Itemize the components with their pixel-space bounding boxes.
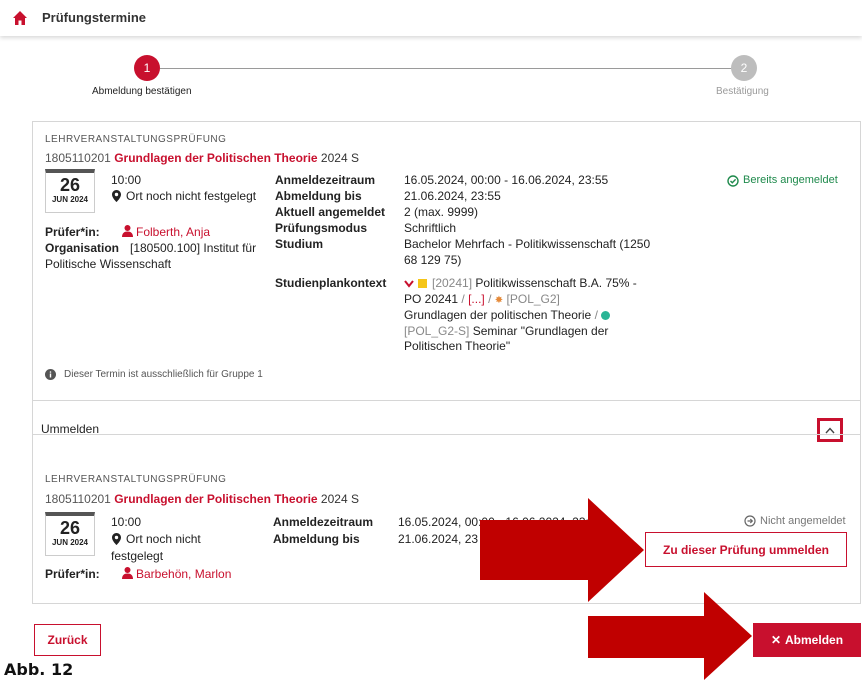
- top-bar: Prüfungstermine: [0, 0, 862, 36]
- course-line: 1805110201 Grundlagen der Politischen Th…: [45, 151, 359, 165]
- exam-time: 10:00: [111, 173, 142, 187]
- location-pin-icon: [112, 533, 121, 545]
- divider: [33, 400, 860, 401]
- date-month: JUN 2024: [51, 195, 89, 204]
- examiner-link[interactable]: Barbehön, Marlon: [136, 567, 231, 581]
- course-number: 1805110201: [45, 151, 111, 165]
- step-1-label: Abmeldung bestätigen: [92, 86, 192, 97]
- group-note: Dieser Termin ist ausschließlich für Gru…: [64, 369, 263, 380]
- detail-studienplankontext: Studienplankontext [20241] Politikwissen…: [275, 276, 637, 353]
- annotation-arrow-right: [588, 592, 752, 680]
- step-2-label: Bestätigung: [716, 86, 769, 97]
- ummelden-section-header[interactable]: Ummelden: [33, 402, 860, 454]
- cancel-registration-button[interactable]: ✕ Abmelden: [753, 623, 861, 657]
- organisation-value-cont: Politische Wissenschaft: [45, 257, 172, 271]
- examiner-label: Prüfer*in:: [45, 567, 100, 581]
- examiner-label: Prüfer*in:: [45, 225, 100, 239]
- check-circle-icon: [727, 175, 739, 187]
- back-button[interactable]: Zurück: [34, 624, 101, 656]
- exam-time: 10:00: [111, 515, 142, 529]
- figure-caption: Abb. 12: [4, 660, 74, 679]
- detail-modus: Prüfungsmodus Schriftlich: [275, 221, 457, 235]
- examiner-link[interactable]: Folberth, Anja: [136, 225, 210, 239]
- collapse-button[interactable]: [817, 418, 843, 442]
- exam-type-label: LEHRVERANSTALTUNGSPRÜFUNG: [45, 134, 227, 145]
- course-semester: 2024 S: [320, 492, 359, 506]
- organisation-value: [180500.100] Institut für: [130, 241, 257, 255]
- stepper-line: [160, 68, 732, 69]
- course-name-link[interactable]: Grundlagen der Politischen Theorie: [114, 151, 317, 165]
- chevron-down-icon[interactable]: [404, 280, 414, 288]
- info-icon: [45, 369, 56, 380]
- arrow-circle-right-icon: [744, 515, 756, 527]
- switch-exam-button[interactable]: Zu dieser Prüfung ummelden: [645, 532, 847, 567]
- green-dot-icon: [601, 311, 611, 320]
- detail-abmeldung: Abmeldung bis 21.06.2024, 23:55: [275, 189, 501, 203]
- close-icon: ✕: [770, 633, 782, 647]
- yellow-square-icon: [418, 279, 427, 288]
- page-title: Prüfungstermine: [42, 10, 147, 25]
- user-icon: [122, 567, 133, 579]
- status-registered: Bereits angemeldet: [743, 174, 838, 186]
- exam-location: Ort noch nicht festgelegt: [126, 189, 257, 203]
- step-1-indicator: 1: [134, 55, 160, 81]
- date-month: JUN 2024: [51, 538, 89, 547]
- course-line: 1805110201 Grundlagen der Politischen Th…: [45, 492, 359, 506]
- detail-aktuell: Aktuell angemeldet 2 (max. 9999): [275, 205, 479, 219]
- course-name-link[interactable]: Grundlagen der Politischen Theorie: [114, 492, 317, 506]
- date-day: 26: [59, 518, 81, 538]
- date-box: 26 JUN 2024: [45, 169, 95, 213]
- chevron-up-icon: [825, 426, 835, 433]
- course-number: 1805110201: [45, 492, 111, 506]
- date-box: 26 JUN 2024: [45, 512, 95, 556]
- detail-studium: Studium Bachelor Mehrfach - Politikwisse…: [275, 237, 651, 267]
- course-semester: 2024 S: [320, 151, 359, 165]
- status-not-registered: Nicht angemeldet: [760, 515, 846, 527]
- user-icon: [122, 225, 133, 237]
- annotation-arrow-right: [480, 498, 644, 602]
- divider: [33, 434, 860, 435]
- organisation-label: Organisation: [45, 241, 120, 255]
- exam-location-cont: festgelegt: [111, 549, 164, 563]
- date-day: 26: [59, 175, 81, 195]
- home-icon[interactable]: [12, 10, 28, 26]
- step-2-indicator: 2: [731, 55, 757, 81]
- breadcrumb-ellipsis-link[interactable]: [...]: [468, 292, 485, 306]
- exam-location: Ort noch nicht: [126, 532, 201, 546]
- orange-badge-icon: ✸: [494, 294, 504, 306]
- exam-type-label: LEHRVERANSTALTUNGSPRÜFUNG: [45, 474, 227, 485]
- location-pin-icon: [112, 190, 121, 202]
- cancel-button-label: Abmelden: [785, 633, 844, 647]
- detail-anmeldezeitraum: Anmeldezeitraum16.05.2024, 00:00 - 16.06…: [275, 173, 609, 187]
